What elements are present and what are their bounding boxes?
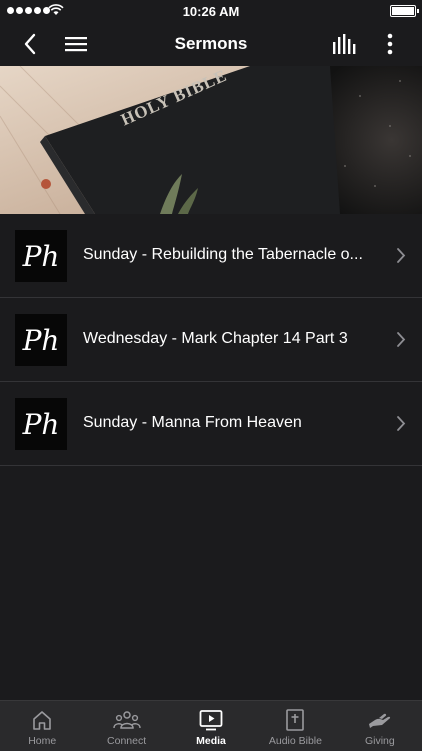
tab-connect[interactable]: Connect <box>84 701 168 751</box>
more-options-button[interactable] <box>370 22 410 66</box>
chevron-right-icon <box>397 332 406 347</box>
sermon-thumbnail: Ph <box>15 398 67 450</box>
status-time: 10:26 AM <box>182 4 240 19</box>
church-logo: Ph <box>22 323 60 357</box>
navigation-bar: Sermons <box>0 22 422 66</box>
church-logo: Ph <box>22 407 60 441</box>
tab-home[interactable]: Home <box>0 701 84 751</box>
sermon-list: Ph Sunday - Rebuilding the Tabernacle o.… <box>0 214 422 466</box>
tab-bar: Home Connect Media Audio Bible Giving <box>0 700 422 751</box>
giving-hand-icon <box>368 713 390 728</box>
tab-audio-bible[interactable]: Audio Bible <box>253 701 337 751</box>
sermon-title: Sunday - Manna From Heaven <box>83 414 302 431</box>
hero-image: HOLY BIBLE <box>0 66 422 214</box>
sermon-title: Wednesday - Mark Chapter 14 Part 3 <box>83 330 348 347</box>
status-bar: 10:26 AM <box>0 0 422 22</box>
chevron-right-icon <box>397 416 406 431</box>
people-icon <box>112 711 141 729</box>
sermon-thumbnail: Ph <box>15 230 67 282</box>
more-vertical-icon <box>387 33 393 55</box>
tab-giving[interactable]: Giving <box>338 701 422 751</box>
battery-icon <box>390 5 419 17</box>
tab-label: Audio Bible <box>268 735 322 747</box>
play-icon <box>199 710 223 731</box>
tab-media[interactable]: Media <box>169 701 253 751</box>
tab-label: Home <box>28 735 57 747</box>
sermon-thumbnail: Ph <box>15 314 67 366</box>
sermon-title: Sunday - Rebuilding the Tabernacle o... <box>83 246 363 263</box>
audio-levels-button[interactable] <box>324 22 364 66</box>
home-icon <box>33 711 52 730</box>
chevron-right-icon <box>397 248 406 263</box>
list-item[interactable]: Ph Sunday - Rebuilding the Tabernacle o.… <box>0 214 422 298</box>
tab-label: Media <box>196 735 226 747</box>
church-logo: Ph <box>22 239 60 273</box>
bible-icon <box>286 709 305 731</box>
tab-label: Giving <box>364 735 395 747</box>
list-item[interactable]: Ph Wednesday - Mark Chapter 14 Part 3 <box>0 298 422 382</box>
list-item[interactable]: Ph Sunday - Manna From Heaven <box>0 382 422 466</box>
tab-label: Connect <box>107 735 147 747</box>
equalizer-icon <box>333 34 356 54</box>
